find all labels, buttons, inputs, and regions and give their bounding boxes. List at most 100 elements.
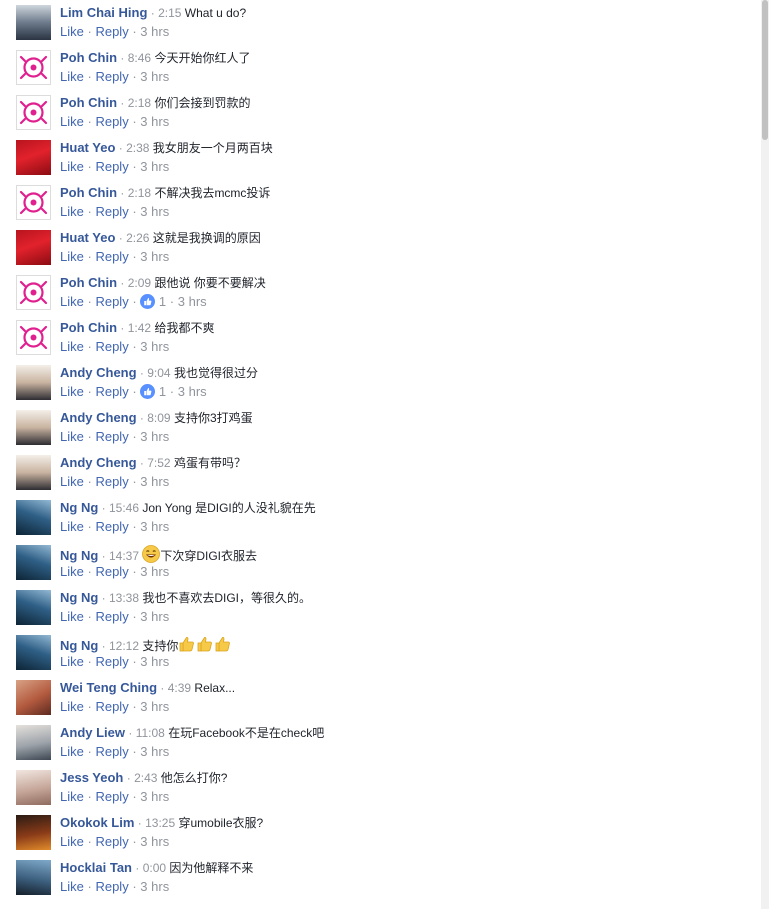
- avatar[interactable]: [16, 95, 51, 130]
- comment-age[interactable]: 3 hrs: [140, 474, 169, 489]
- reply-button[interactable]: Reply: [95, 474, 128, 489]
- reply-button[interactable]: Reply: [95, 384, 128, 399]
- reply-button[interactable]: Reply: [95, 879, 128, 894]
- scrollbar[interactable]: [761, 0, 769, 909]
- avatar[interactable]: [16, 770, 51, 805]
- reply-button[interactable]: Reply: [95, 654, 128, 669]
- comment-author[interactable]: Jess Yeoh: [60, 770, 123, 785]
- like-button[interactable]: Like: [60, 159, 84, 174]
- comment-author[interactable]: Andy Cheng: [60, 365, 137, 380]
- comment-author[interactable]: Poh Chin: [60, 50, 117, 65]
- avatar[interactable]: [16, 545, 51, 580]
- like-button[interactable]: Like: [60, 699, 84, 714]
- avatar[interactable]: [16, 185, 51, 220]
- avatar[interactable]: [16, 680, 51, 715]
- avatar[interactable]: [16, 5, 51, 40]
- reply-button[interactable]: Reply: [95, 249, 128, 264]
- scrollbar-thumb[interactable]: [762, 0, 768, 140]
- reply-button[interactable]: Reply: [95, 834, 128, 849]
- comment-age[interactable]: 3 hrs: [140, 249, 169, 264]
- like-button[interactable]: Like: [60, 474, 84, 489]
- avatar[interactable]: [16, 275, 51, 310]
- comment-author[interactable]: Lim Chai Hing: [60, 5, 147, 20]
- comment-author[interactable]: Poh Chin: [60, 95, 117, 110]
- reply-button[interactable]: Reply: [95, 159, 128, 174]
- like-button[interactable]: Like: [60, 519, 84, 534]
- avatar[interactable]: [16, 500, 51, 535]
- reply-button[interactable]: Reply: [95, 204, 128, 219]
- comment-author[interactable]: Poh Chin: [60, 185, 117, 200]
- comment-author[interactable]: Hocklai Tan: [60, 860, 132, 875]
- comment-age[interactable]: 3 hrs: [140, 834, 169, 849]
- avatar[interactable]: [16, 725, 51, 760]
- comment-age[interactable]: 3 hrs: [140, 789, 169, 804]
- avatar[interactable]: [16, 320, 51, 355]
- comment-author[interactable]: Andy Cheng: [60, 455, 137, 470]
- like-button[interactable]: Like: [60, 384, 84, 399]
- comment-author[interactable]: Okokok Lim: [60, 815, 134, 830]
- avatar[interactable]: [16, 410, 51, 445]
- like-button[interactable]: Like: [60, 564, 84, 579]
- like-button[interactable]: Like: [60, 24, 84, 39]
- comment-age[interactable]: 3 hrs: [178, 384, 207, 399]
- comment-age[interactable]: 3 hrs: [140, 69, 169, 84]
- reply-button[interactable]: Reply: [95, 744, 128, 759]
- like-button[interactable]: Like: [60, 789, 84, 804]
- comment-age[interactable]: 3 hrs: [140, 609, 169, 624]
- comment-author[interactable]: Huat Yeo: [60, 230, 115, 245]
- reply-button[interactable]: Reply: [95, 699, 128, 714]
- comment-age[interactable]: 3 hrs: [140, 159, 169, 174]
- like-button[interactable]: Like: [60, 654, 84, 669]
- comment-author[interactable]: Poh Chin: [60, 320, 117, 335]
- avatar[interactable]: [16, 860, 51, 895]
- reply-button[interactable]: Reply: [95, 609, 128, 624]
- comment-age[interactable]: 3 hrs: [140, 744, 169, 759]
- comment-author[interactable]: Ng Ng: [60, 638, 98, 653]
- avatar[interactable]: [16, 455, 51, 490]
- comment-author[interactable]: Ng Ng: [60, 590, 98, 605]
- comment-author[interactable]: Ng Ng: [60, 500, 98, 515]
- comment-age[interactable]: 3 hrs: [140, 654, 169, 669]
- comment-age[interactable]: 3 hrs: [140, 429, 169, 444]
- comment-age[interactable]: 3 hrs: [140, 204, 169, 219]
- reply-button[interactable]: Reply: [95, 564, 128, 579]
- comment-author[interactable]: Ng Ng: [60, 548, 98, 563]
- like-button[interactable]: Like: [60, 204, 84, 219]
- avatar[interactable]: [16, 635, 51, 670]
- avatar[interactable]: [16, 365, 51, 400]
- avatar[interactable]: [16, 230, 51, 265]
- reply-button[interactable]: Reply: [95, 294, 128, 309]
- reply-button[interactable]: Reply: [95, 69, 128, 84]
- like-button[interactable]: Like: [60, 429, 84, 444]
- comment-age[interactable]: 3 hrs: [178, 294, 207, 309]
- reply-button[interactable]: Reply: [95, 789, 128, 804]
- like-button[interactable]: Like: [60, 744, 84, 759]
- comment-age[interactable]: 3 hrs: [140, 24, 169, 39]
- like-button[interactable]: Like: [60, 114, 84, 129]
- comment-author[interactable]: Andy Cheng: [60, 410, 137, 425]
- reply-button[interactable]: Reply: [95, 519, 128, 534]
- like-button[interactable]: Like: [60, 249, 84, 264]
- like-button[interactable]: Like: [60, 609, 84, 624]
- comment-age[interactable]: 3 hrs: [140, 339, 169, 354]
- avatar[interactable]: [16, 50, 51, 85]
- avatar[interactable]: [16, 590, 51, 625]
- comment-author[interactable]: Poh Chin: [60, 275, 117, 290]
- avatar[interactable]: [16, 815, 51, 850]
- reply-button[interactable]: Reply: [95, 339, 128, 354]
- reaction-count[interactable]: 1: [140, 294, 166, 309]
- comment-author[interactable]: Wei Teng Ching: [60, 680, 157, 695]
- like-button[interactable]: Like: [60, 879, 84, 894]
- reaction-count[interactable]: 1: [140, 384, 166, 399]
- comment-age[interactable]: 3 hrs: [140, 564, 169, 579]
- like-button[interactable]: Like: [60, 834, 84, 849]
- comment-age[interactable]: 3 hrs: [140, 114, 169, 129]
- like-button[interactable]: Like: [60, 339, 84, 354]
- like-button[interactable]: Like: [60, 69, 84, 84]
- like-button[interactable]: Like: [60, 294, 84, 309]
- avatar[interactable]: [16, 140, 51, 175]
- comment-age[interactable]: 3 hrs: [140, 879, 169, 894]
- reply-button[interactable]: Reply: [95, 114, 128, 129]
- comment-age[interactable]: 3 hrs: [140, 699, 169, 714]
- comment-author[interactable]: Andy Liew: [60, 725, 125, 740]
